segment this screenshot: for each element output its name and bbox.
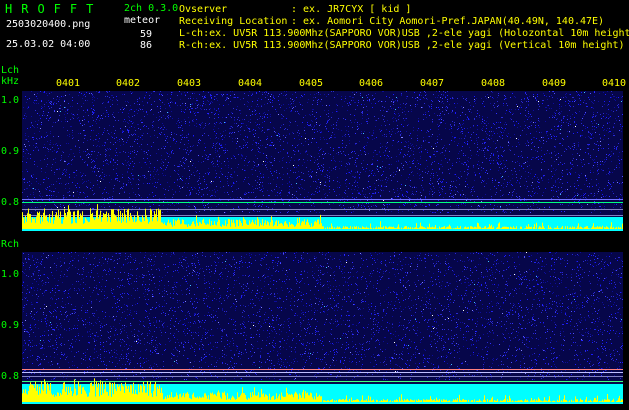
time-label: 0401 [56,78,81,89]
observer-label: Ovserver [179,4,228,15]
location-label: Receiving Location [179,16,288,27]
rch-tick-3: 0.8 [1,371,20,382]
time-label: 0409 [542,78,567,89]
time-label: 0406 [359,78,384,89]
lch-label: Lch [1,65,20,76]
meteor-label: meteor [124,15,161,26]
lch-spectrogram-canvas [22,91,623,231]
lch-spectrogram [22,91,623,231]
time-label: 0404 [238,78,263,89]
rch-meteor-count: 86 [140,40,153,51]
time-label: 0407 [420,78,445,89]
rch-tick-2: 0.9 [1,320,20,331]
lch-meteor-count: 59 [140,29,153,40]
time-label: 0402 [116,78,141,89]
location-value: : ex. Aomori City Aomori-Pref.JAPAN(40.4… [291,16,605,27]
time-label: 0403 [177,78,202,89]
lch-info: L-ch:ex. UV5R 113.900Mhz(SAPPORO VOR)USB… [179,28,629,39]
rch-spectrogram [22,252,623,404]
lch-tick-1: 1.0 [1,95,20,106]
filename-label: 2503020400.png [6,19,91,30]
rch-spectrogram-canvas [22,252,623,404]
datetime-label: 25.03.02 04:00 [6,39,91,50]
time-label: 0410 [602,78,627,89]
observer-value: : ex. JR7CYX [ kid ] [291,4,412,15]
rch-label: Rch [1,239,20,250]
time-label: 0408 [481,78,506,89]
rch-info: R-ch:ex. UV5R 113.900Mhz(SAPPORO VOR)USB… [179,40,625,51]
lch-tick-3: 0.8 [1,197,20,208]
rch-tick-1: 1.0 [1,269,20,280]
time-axis: 0401 0402 0403 0404 0405 0406 0407 0408 0409 0410 [0,79,629,91]
time-label: 0405 [299,78,324,89]
mode-label: 2ch 0.3.0 [124,3,179,14]
app-brand: HROFFT [5,2,103,16]
lch-tick-2: 0.9 [1,146,20,157]
